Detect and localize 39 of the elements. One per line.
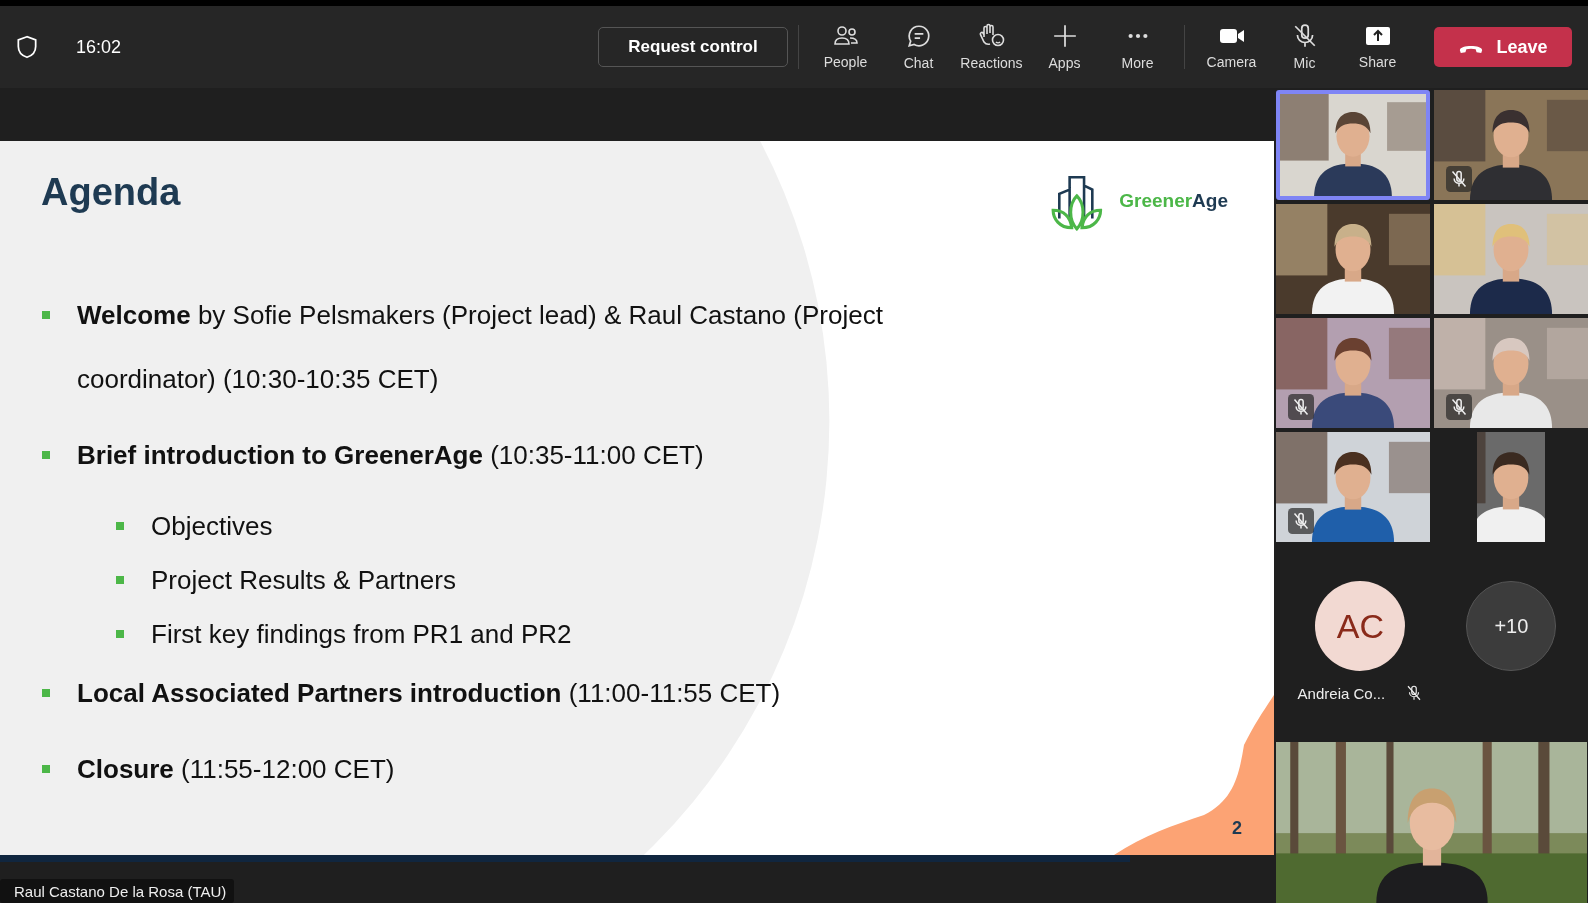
leave-button[interactable]: Leave — [1434, 27, 1572, 67]
agenda-item: Brief introduction to GreenerAge (10:35-11:00 CET) — [77, 439, 705, 472]
share-button[interactable]: Share — [1341, 24, 1414, 70]
participant-name: Andreia Co... — [1297, 684, 1386, 702]
slide-number: 2 — [1232, 818, 1242, 839]
bullet-icon — [116, 522, 124, 530]
people-icon — [831, 24, 860, 48]
agenda-item: Local Associated Partners introduction (11:00-11:55 CET) — [77, 677, 782, 710]
reactions-button[interactable]: Reactions — [955, 23, 1028, 71]
logo-text: GreenerAge — [1119, 190, 1228, 212]
presenter-name: Raul Castano De la Rosa (TAU) — [0, 879, 235, 903]
agenda-item: Closure (11:55-12:00 CET) — [77, 753, 396, 786]
bullet-icon — [42, 689, 50, 697]
more-button[interactable]: More — [1101, 23, 1174, 71]
more-participants-button[interactable]: +10 — [1466, 581, 1557, 671]
camera-button[interactable]: Camera — [1195, 24, 1268, 70]
chat-bubble-icon — [905, 23, 932, 49]
shield-icon — [14, 34, 40, 60]
agenda-subitem: Project Results & Partners — [151, 564, 456, 597]
slide-title: Agenda — [41, 171, 181, 214]
people-button[interactable]: People — [809, 24, 882, 70]
agenda-item: Welcome by Sofie Pelsmakers (Project lead) & Raul Castano (Project coordinator) (10:30-10:35 CET) — [77, 299, 884, 396]
bullet-icon — [116, 630, 124, 638]
meeting-time: 16:02 — [76, 36, 122, 58]
share-icon — [1363, 24, 1392, 48]
agenda-subitem: First key findings from PR1 and PR2 — [151, 618, 572, 651]
apps-button[interactable]: Apps — [1028, 23, 1101, 71]
mic-off-button[interactable]: Mic — [1268, 23, 1341, 71]
plus-icon — [1051, 23, 1078, 49]
hand-smiley-icon — [977, 23, 1006, 49]
bullet-icon — [42, 451, 50, 459]
bullet-icon — [42, 765, 50, 773]
agenda-subitem: Objectives — [151, 510, 273, 543]
chat-button[interactable]: Chat — [882, 23, 955, 71]
request-control-button[interactable]: Request control — [598, 27, 788, 67]
bullet-icon — [116, 576, 124, 584]
avatar-initials: AC — [1315, 581, 1406, 671]
bullet-icon — [42, 311, 50, 319]
more-icon — [1127, 33, 1148, 39]
